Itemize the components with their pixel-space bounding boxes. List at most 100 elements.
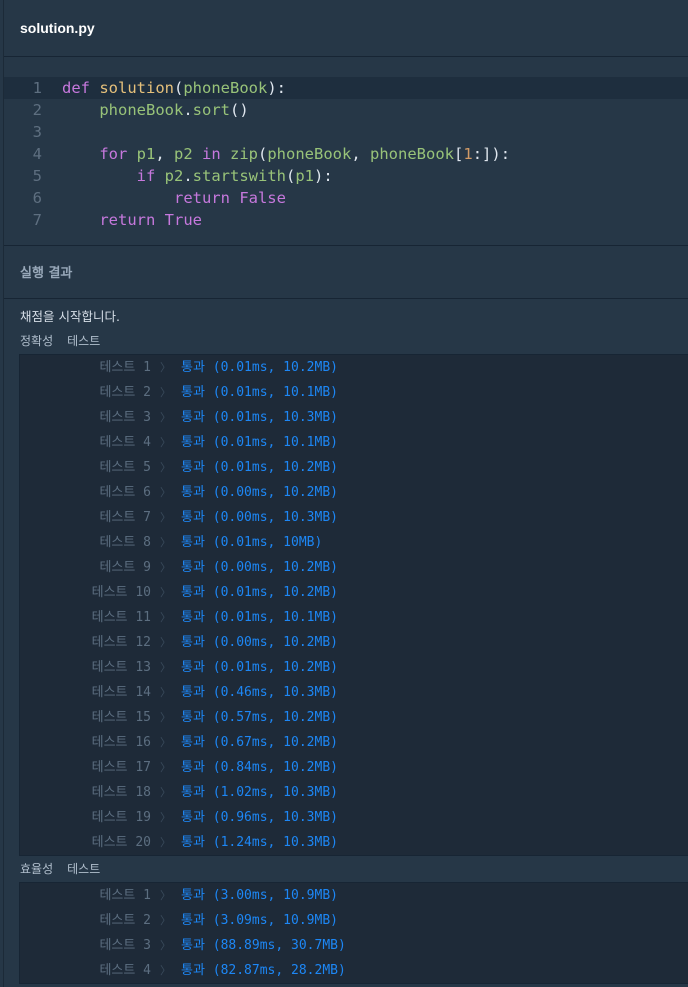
efficiency-label: 효율성	[20, 862, 54, 876]
result-heading: 실행 결과	[20, 266, 73, 281]
test-name: 테스트 1	[99, 888, 151, 903]
code-line[interactable]: 6 return False	[4, 187, 688, 209]
test-result-row: 테스트 15 〉 통과 (0.57ms, 10.2MB)	[20, 705, 688, 730]
test-result-text: 통과 (0.01ms, 10.2MB)	[181, 460, 338, 475]
chevron-right-icon: 〉	[160, 786, 171, 799]
line-number: 6	[32, 189, 42, 207]
code-token: ,	[155, 145, 174, 163]
code-token: .	[183, 101, 193, 119]
test-name: 테스트 16	[91, 735, 151, 750]
code-line[interactable]: 7 return True	[4, 209, 688, 231]
test-result-row: 테스트 3 〉 통과 (0.01ms, 10.3MB)	[20, 405, 688, 430]
accuracy-test-label: 테스트	[67, 334, 101, 348]
code-token: p2	[164, 167, 184, 185]
chevron-right-icon: 〉	[160, 836, 171, 849]
code-token: True	[164, 211, 202, 229]
test-result-row: 테스트 2 〉 통과 (0.01ms, 10.1MB)	[20, 380, 688, 405]
test-result-text: 통과 (0.84ms, 10.2MB)	[181, 760, 338, 775]
test-name: 테스트 3	[99, 938, 151, 953]
test-result-row: 테스트 16 〉 통과 (0.67ms, 10.2MB)	[20, 730, 688, 755]
test-result-row: 테스트 17 〉 통과 (0.84ms, 10.2MB)	[20, 755, 688, 780]
test-result-row: 테스트 10 〉 통과 (0.01ms, 10.2MB)	[20, 580, 688, 605]
start-message: 채점을 시작합니다.	[20, 309, 120, 324]
line-number: 3	[32, 123, 42, 141]
file-header: solution.py	[4, 0, 688, 57]
test-result-text: 통과 (82.87ms, 28.2MB)	[181, 963, 346, 978]
result-header: 실행 결과	[4, 246, 688, 299]
test-result-text: 통과 (0.01ms, 10.1MB)	[181, 610, 338, 625]
code-token: for	[99, 145, 137, 163]
test-name: 테스트 2	[99, 385, 151, 400]
chevron-right-icon: 〉	[160, 686, 171, 699]
code-token: (	[258, 145, 268, 163]
chevron-right-icon: 〉	[160, 761, 171, 774]
code-token: phoneBook	[370, 145, 455, 163]
test-result-text: 통과 (0.01ms, 10.1MB)	[181, 385, 338, 400]
test-result-text: 통과 (0.57ms, 10.2MB)	[181, 710, 338, 725]
chevron-right-icon: 〉	[160, 939, 171, 952]
code-token: ):	[267, 79, 286, 97]
test-result-row: 테스트 3 〉 통과 (88.89ms, 30.7MB)	[20, 933, 688, 958]
test-name: 테스트 12	[91, 635, 151, 650]
test-name: 테스트 1	[99, 360, 151, 375]
line-number: 4	[32, 145, 42, 163]
test-result-row: 테스트 20 〉 통과 (1.24ms, 10.3MB)	[20, 830, 688, 855]
code-token: 1	[463, 145, 473, 163]
test-result-text: 통과 (1.24ms, 10.3MB)	[181, 835, 338, 850]
code-token: p2	[174, 145, 193, 163]
code-token: return	[99, 211, 165, 229]
test-name: 테스트 17	[91, 760, 151, 775]
code-line[interactable]: 5 if p2.startswith(p1):	[4, 165, 688, 187]
code-line[interactable]: 4 for p1, p2 in zip(phoneBook, phoneBook…	[4, 143, 688, 165]
code-text: for p1, p2 in zip(phoneBook, phoneBook[1…	[62, 143, 510, 165]
test-name: 테스트 18	[91, 785, 151, 800]
test-name: 테스트 13	[91, 660, 151, 675]
efficiency-section-label: 효율성 테스트	[20, 860, 100, 877]
test-name: 테스트 4	[99, 435, 151, 450]
chevron-right-icon: 〉	[160, 811, 171, 824]
test-result-row: 테스트 5 〉 통과 (0.01ms, 10.2MB)	[20, 455, 688, 480]
test-name: 테스트 11	[91, 610, 151, 625]
test-result-text: 통과 (0.01ms, 10.2MB)	[181, 360, 338, 375]
code-token: startswith	[192, 167, 286, 185]
code-token: p1	[295, 167, 315, 185]
test-name: 테스트 14	[91, 685, 151, 700]
test-result-row: 테스트 12 〉 통과 (0.00ms, 10.2MB)	[20, 630, 688, 655]
efficiency-results: 테스트 1 〉 통과 (3.00ms, 10.9MB) 테스트 2 〉 통과 (3.09m…	[19, 882, 688, 984]
code-line[interactable]: 1 def solution(phoneBook):	[4, 77, 688, 99]
test-result-text: 통과 (0.01ms, 10.2MB)	[181, 585, 338, 600]
test-name: 테스트 2	[99, 913, 151, 928]
test-result-row: 테스트 8 〉 통과 (0.01ms, 10MB)	[20, 530, 688, 555]
chevron-right-icon: 〉	[160, 636, 171, 649]
code-line[interactable]: 2 phoneBook.sort()	[4, 99, 688, 121]
chevron-right-icon: 〉	[160, 461, 171, 474]
code-token: ):	[314, 167, 333, 185]
code-text: return True	[62, 209, 202, 231]
test-result-row: 테스트 2 〉 통과 (3.09ms, 10.9MB)	[20, 908, 688, 933]
test-result-text: 통과 (0.01ms, 10.1MB)	[181, 435, 338, 450]
test-result-row: 테스트 1 〉 통과 (3.00ms, 10.9MB)	[20, 883, 688, 908]
chevron-right-icon: 〉	[160, 711, 171, 724]
code-token: zip	[230, 145, 258, 163]
code-text: def solution(phoneBook):	[62, 77, 286, 99]
test-result-row: 테스트 6 〉 통과 (0.00ms, 10.2MB)	[20, 480, 688, 505]
test-result-row: 테스트 11 〉 통과 (0.01ms, 10.1MB)	[20, 605, 688, 630]
test-name: 테스트 8	[99, 535, 151, 550]
code-token: :]):	[472, 145, 511, 163]
code-editor[interactable]: 1 def solution(phoneBook): 2 phoneBook.sor…	[4, 57, 688, 246]
file-tab-title[interactable]: solution.py	[20, 20, 95, 36]
chevron-right-icon: 〉	[160, 964, 171, 977]
accuracy-label: 정확성	[20, 334, 54, 348]
test-result-text: 통과 (0.00ms, 10.2MB)	[181, 635, 338, 650]
test-name: 테스트 6	[99, 485, 151, 500]
code-text: if p2.startswith(p1):	[62, 165, 333, 187]
test-result-row: 테스트 1 〉 통과 (0.01ms, 10.2MB)	[20, 355, 688, 380]
code-token: def	[62, 79, 100, 97]
test-result-row: 테스트 9 〉 통과 (0.00ms, 10.2MB)	[20, 555, 688, 580]
code-line[interactable]: 3	[4, 121, 688, 143]
chevron-right-icon: 〉	[160, 386, 171, 399]
test-result-row: 테스트 4 〉 통과 (0.01ms, 10.1MB)	[20, 430, 688, 455]
